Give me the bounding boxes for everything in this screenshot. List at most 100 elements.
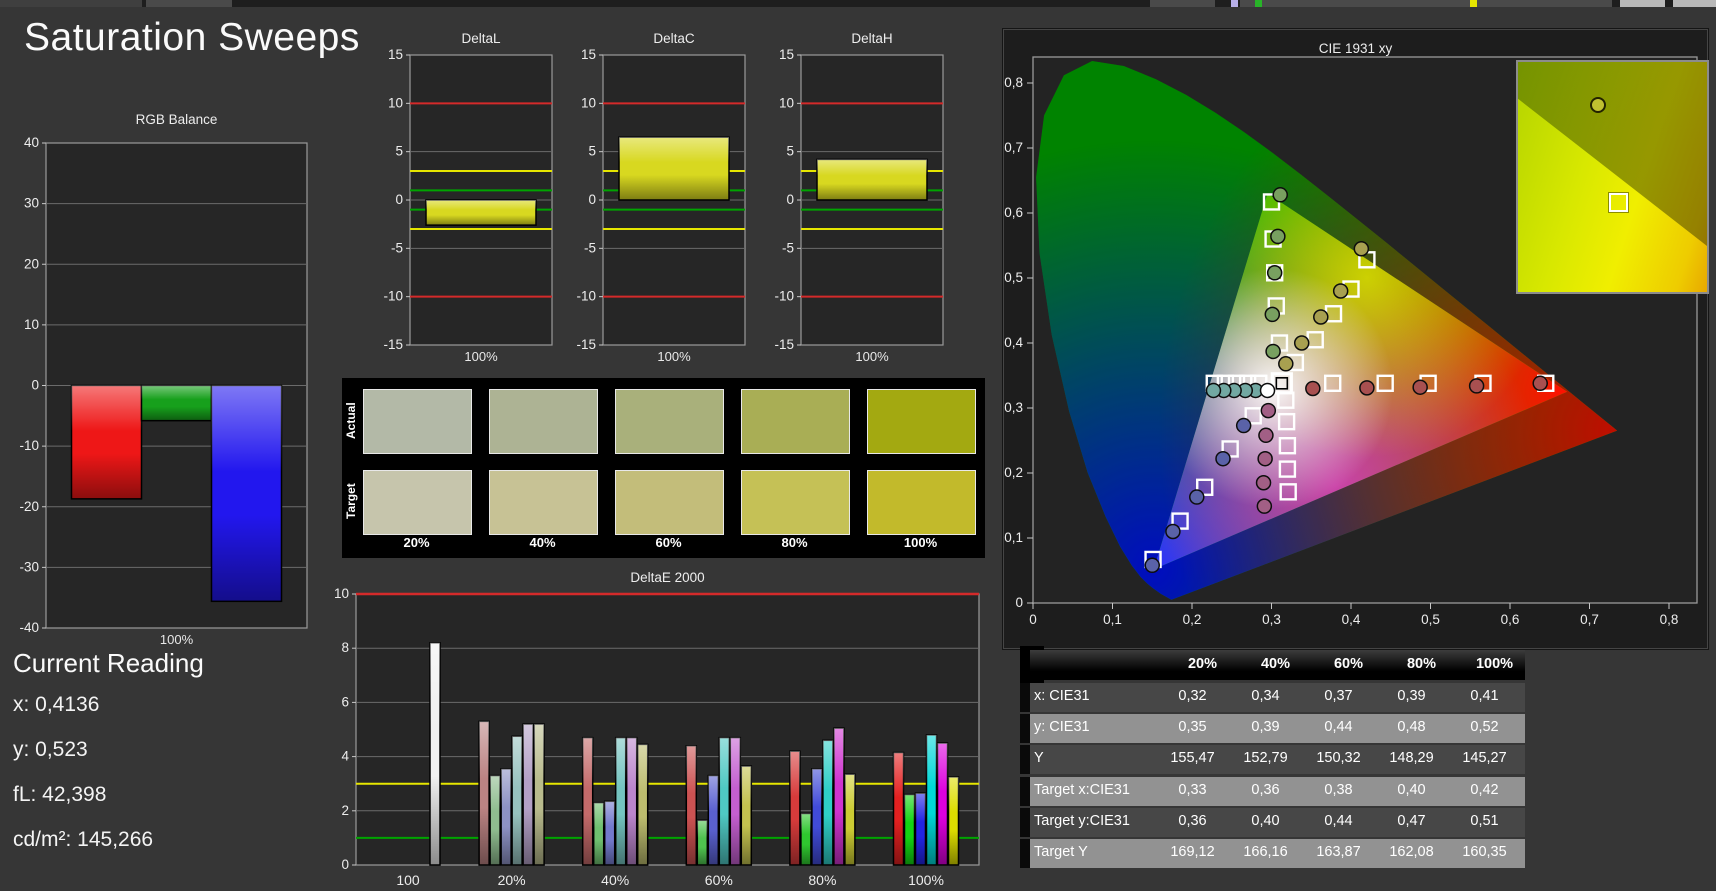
saturation-sweeps-page: { "page": { "title": "Saturation Sweeps"… <box>0 0 1716 891</box>
table-row-label: y: CIE31 <box>1034 719 1090 736</box>
tick-label: -10 <box>774 289 794 304</box>
tick-label: 0,2 <box>1004 465 1023 480</box>
tick-label: 5 <box>395 144 403 159</box>
table-row: Target y:CIE31 0,36 0,40 0,44 0,47 0,51 <box>1030 807 1525 837</box>
table-row-label: Target x:CIE31 <box>1034 781 1130 798</box>
table-cell: 0,44 <box>1324 812 1353 829</box>
tick-label: 20% <box>498 872 526 888</box>
tick-label: -10 <box>383 289 403 304</box>
cie-measured-white <box>1259 382 1276 399</box>
table-row: Y 155,47 152,79 150,32 148,29 145,27 <box>1030 745 1525 775</box>
tick-label: -30 <box>19 559 39 574</box>
cie-measured-marker <box>1205 382 1222 399</box>
swatch-col-label: 60% <box>655 535 682 550</box>
tick-label: 10 <box>388 95 403 110</box>
table-cell: 150,32 <box>1316 750 1361 767</box>
table-col-header: 100% <box>1475 656 1514 672</box>
table-cell: 0,48 <box>1397 719 1426 736</box>
tick-label: 0,3 <box>1004 400 1023 415</box>
table-cell: 0,35 <box>1178 719 1207 736</box>
reading-x: x: 0,4136 <box>13 693 100 716</box>
tick-label: 0,2 <box>1183 612 1202 627</box>
toolbar-segment <box>1240 0 1612 7</box>
tick-label: 40% <box>601 872 629 888</box>
yellow-indicator <box>1470 0 1477 7</box>
swatch-col-label: 100% <box>903 535 938 550</box>
swatch-comparison-panel: Actual Target 20% 40% 60% 80% 100% <box>342 378 985 558</box>
window-button[interactable] <box>1620 0 1665 7</box>
table-cell: 148,29 <box>1389 750 1434 767</box>
table-row: x: CIE31 0,32 0,34 0,37 0,39 0,41 <box>1030 683 1525 712</box>
swatch-col-label: 20% <box>403 535 430 550</box>
tick-label: 0,4 <box>1342 612 1361 627</box>
tick-label: 0,8 <box>1004 75 1023 90</box>
reading-fl: fL: 42,398 <box>13 783 107 806</box>
tick-label: -20 <box>19 499 39 514</box>
tick-label: 30 <box>24 196 39 211</box>
swatch-row-label-actual: Actual <box>344 402 358 439</box>
table-cell: 0,44 <box>1324 719 1353 736</box>
tick-label: 5 <box>588 144 596 159</box>
cie-measured-marker <box>1272 187 1288 203</box>
tick-label: 0,6 <box>1004 205 1023 220</box>
top-window-strip <box>0 0 1716 7</box>
tick-label: -10 <box>576 289 596 304</box>
swatch-target-100% <box>867 470 976 535</box>
tick-label: -15 <box>383 337 403 352</box>
tick-label: 2 <box>341 803 349 818</box>
tick-label: 0,7 <box>1580 612 1599 627</box>
tick-label: 20 <box>24 256 39 271</box>
table-cell: 166,16 <box>1243 844 1288 860</box>
tick-label: 0,1 <box>1004 530 1023 545</box>
swatch-actual-20% <box>363 389 472 454</box>
table-cell: 0,36 <box>1251 781 1280 798</box>
reading-y: y: 0,523 <box>13 738 88 761</box>
table-row-label: Target Y <box>1034 844 1088 860</box>
swatch-col-label: 80% <box>781 535 808 550</box>
table-col-header: 20% <box>1187 656 1218 672</box>
tick-label: -5 <box>584 240 596 255</box>
cie-measured-marker <box>1332 283 1349 299</box>
tick-label: -5 <box>782 240 794 255</box>
swatch-actual-80% <box>741 389 850 454</box>
tick-label: 6 <box>341 694 349 709</box>
tick-label: 0 <box>1029 612 1037 627</box>
tick-label: 10 <box>334 586 349 601</box>
swatch-actual-60% <box>615 389 724 454</box>
tick-label: 0 <box>395 192 403 207</box>
tick-label: -15 <box>576 337 596 352</box>
tick-label: -10 <box>19 438 39 453</box>
swatch-target-20% <box>363 470 472 535</box>
tick-label: 80% <box>808 872 836 888</box>
table-row: Target x:CIE31 0,33 0,36 0,38 0,40 0,42 <box>1030 776 1525 806</box>
cie-measured-marker <box>1165 523 1181 540</box>
current-reading-block: Current Reading x: 0,4136 y: 0,523 fL: 4… <box>13 648 204 873</box>
swatch-target-40% <box>489 470 598 535</box>
table-cell: 0,41 <box>1470 688 1499 704</box>
toolbar-segment <box>146 0 232 7</box>
swatch-row-label-target: Target <box>344 483 358 520</box>
swatch-target-60% <box>615 470 724 535</box>
table-cell: 0,38 <box>1324 781 1353 798</box>
deltal-chart: 15 10 5 0 -5 -10 -15 <box>383 47 553 352</box>
table-col-header: 60% <box>1333 656 1364 672</box>
cie-measured-marker <box>1353 241 1370 257</box>
tick-label: 15 <box>779 47 794 62</box>
cie-measured-marker <box>1144 557 1160 574</box>
deltae-chart: 0 2 4 6 8 10 100 20% 40% 60% 80% 100% <box>334 586 980 888</box>
cie-zoom-inset <box>1516 60 1709 294</box>
table-row-label: Target y:CIE31 <box>1034 812 1130 829</box>
table-cell: 162,08 <box>1389 844 1434 860</box>
tick-label: 0,3 <box>1262 612 1281 627</box>
cie-measured-marker <box>1189 489 1205 505</box>
cie-measured-marker <box>1270 228 1286 245</box>
tick-label: 0,5 <box>1004 270 1023 285</box>
table-header-row: 20% 40% 60% 80% 100% <box>1030 650 1525 680</box>
cie-measured-marker <box>1256 498 1273 514</box>
window-button[interactable] <box>1673 0 1716 7</box>
tick-label: 40 <box>24 135 39 150</box>
table-cell: 0,34 <box>1251 688 1280 704</box>
cie-measured-marker <box>1264 306 1281 323</box>
tick-label: 10 <box>24 317 39 332</box>
tick-label: 100 <box>396 872 420 888</box>
